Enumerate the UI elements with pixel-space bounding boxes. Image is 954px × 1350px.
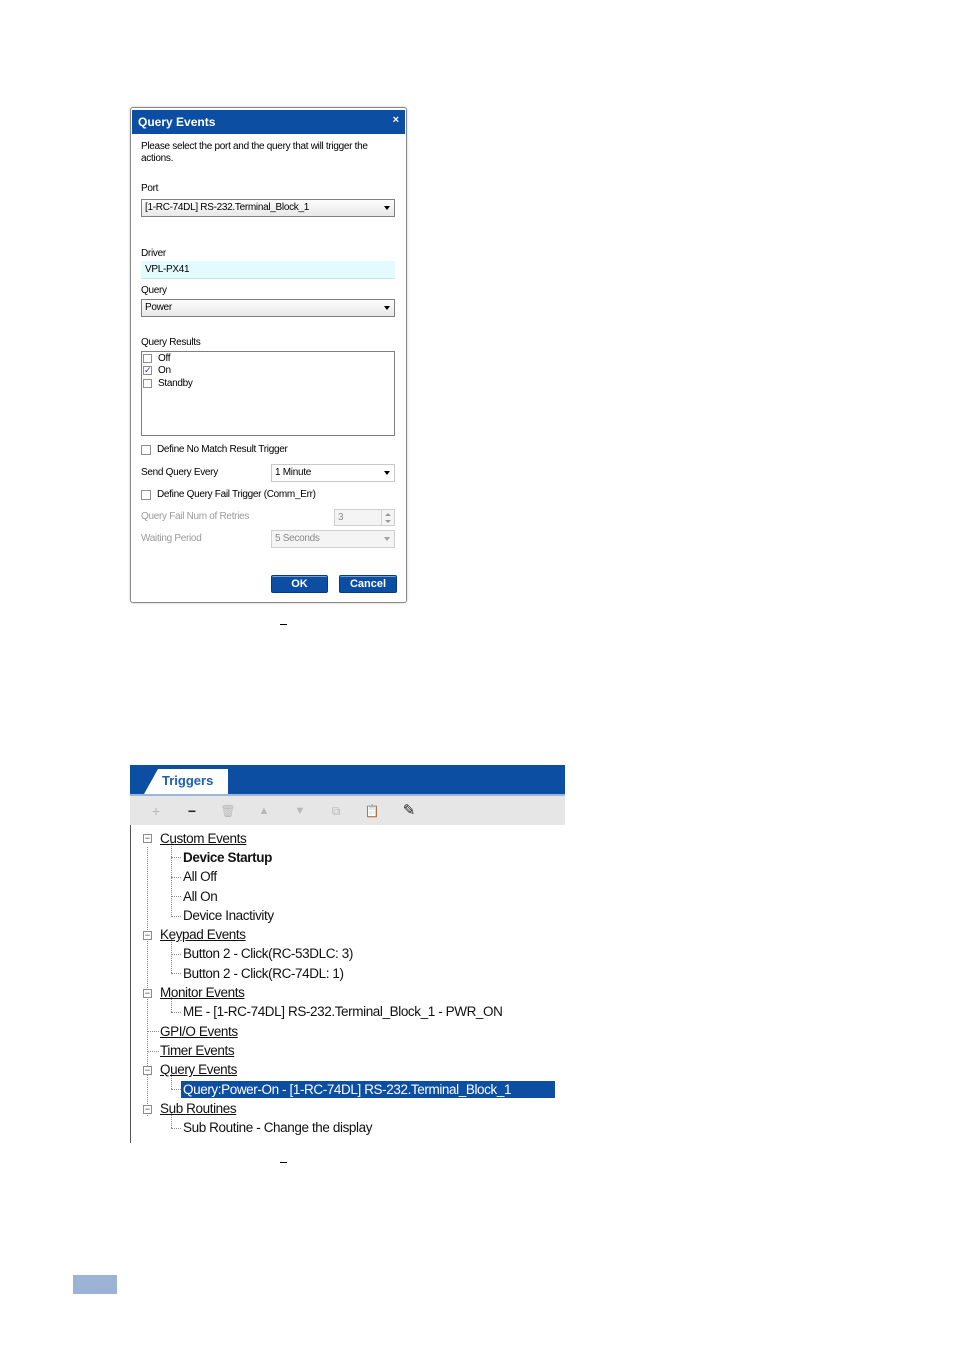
ok-button[interactable]: OK [271,575,328,593]
tree-category-gpio-events[interactable]: GPI/O Events [160,1023,238,1040]
collapse-icon[interactable]: − [143,989,152,998]
tree-item-query-1-selected[interactable]: Query:Power-On - [1-RC-74DL] RS-232.Term… [181,1081,555,1098]
collapse-icon[interactable]: − [143,1066,152,1075]
port-label: Port [141,183,159,194]
send-every-value: 1 Minute [275,467,311,478]
driver-label: Driver [141,248,166,259]
triggers-panel: Triggers + − 🗑 ▲ ▼ ⧉ 📋 ✎ − − − − − Custo… [130,765,565,1143]
dialog-title-bar: Query Events × [132,110,405,134]
port-value: [1-RC-74DL] RS-232.Terminal_Block_1 [145,202,310,213]
tree-item-all-on[interactable]: All On [183,888,218,905]
edit-icon[interactable]: ✎ [400,802,418,820]
retries-label: Query Fail Num of Retries [141,511,250,522]
spinner-arrows-icon[interactable] [381,510,394,525]
caption-dash [280,1162,287,1163]
triggers-toolbar: + − 🗑 ▲ ▼ ⧉ 📋 ✎ [130,794,565,825]
tree-item-monitor-1[interactable]: ME - [1-RC-74DL] RS-232.Terminal_Block_1… [183,1003,503,1020]
send-every-dropdown[interactable]: 1 Minute [271,464,395,482]
send-every-label: Send Query Every [141,467,218,478]
checkbox-off[interactable] [143,354,152,363]
retries-value: 3 [338,512,344,523]
tree-item-keypad-1[interactable]: Button 2 - Click(RC-53DLC: 3) [183,945,353,962]
dialog-instructions: Please select the port and the query tha… [141,141,368,164]
collapse-icon[interactable]: − [143,834,152,843]
tree-item-device-inactivity[interactable]: Device Inactivity [183,907,274,924]
no-match-checkbox[interactable] [141,445,151,455]
fail-trigger-checkbox[interactable] [141,490,151,500]
chevron-down-icon [384,206,390,210]
query-label: Query [141,285,167,296]
waiting-period-label: Waiting Period [141,533,202,544]
tree-item-all-off[interactable]: All Off [183,868,217,885]
tab-triggers[interactable]: Triggers [144,769,228,794]
triggers-header: Triggers [130,765,565,794]
tree-category-keypad-events[interactable]: Keypad Events [160,926,246,943]
close-icon[interactable]: × [393,114,399,126]
tree-line [147,847,148,1116]
tree-item-sub-1[interactable]: Sub Routine - Change the display [183,1119,372,1136]
add-icon[interactable]: + [147,802,165,820]
tree-item-keypad-2[interactable]: Button 2 - Click(RC-74DL: 1) [183,965,344,982]
check-icon: ✓ [144,365,152,375]
tree-category-query-events[interactable]: Query Events [160,1061,237,1078]
paste-icon[interactable]: 📋 [363,802,381,820]
collapse-icon[interactable]: − [143,1105,152,1114]
query-value: Power [145,302,172,313]
tree-line [171,843,172,917]
tree-category-custom-events[interactable]: Custom Events [160,830,247,847]
driver-value: VPL-PX41 [145,264,190,275]
collapse-icon[interactable]: − [143,931,152,940]
chevron-down-icon [384,537,390,541]
move-up-icon[interactable]: ▲ [255,802,273,820]
checkbox-standby[interactable] [143,379,152,388]
cancel-button[interactable]: Cancel [339,575,397,593]
tab-triggers-label: Triggers [162,773,214,788]
tree-category-sub-routines[interactable]: Sub Routines [160,1100,237,1117]
remove-icon[interactable]: − [183,802,201,820]
chevron-down-icon [384,306,390,310]
tree-item-device-startup[interactable]: Device Startup [183,849,272,866]
no-match-label: Define No Match Result Trigger [157,444,288,455]
caption-dash [280,624,287,625]
dialog-title: Query Events [138,115,216,129]
result-label-on: On [158,365,171,376]
waiting-period-dropdown[interactable]: 5 Seconds [271,530,395,548]
move-down-icon[interactable]: ▼ [291,802,309,820]
copy-icon[interactable]: ⧉ [327,802,345,820]
port-dropdown[interactable]: [1-RC-74DL] RS-232.Terminal_Block_1 [141,199,395,217]
result-label-off: Off [158,353,171,364]
checkbox-on[interactable]: ✓ [143,366,152,375]
retries-stepper[interactable]: 3 [334,509,395,526]
query-events-dialog: Query Events × Please select the port an… [130,107,407,603]
chevron-down-icon [384,471,390,475]
trash-icon[interactable]: 🗑 [219,802,237,820]
result-label-standby: Standby [158,378,193,389]
waiting-period-value: 5 Seconds [275,533,320,544]
page-number-bar [73,1275,117,1294]
tree-category-monitor-events[interactable]: Monitor Events [160,984,245,1001]
driver-field: VPL-PX41 [141,261,395,279]
fail-trigger-label: Define Query Fail Trigger (Comm_Err) [157,489,316,500]
query-dropdown[interactable]: Power [141,299,395,317]
tree-line [171,939,172,973]
tree-category-timer-events[interactable]: Timer Events [160,1042,235,1059]
query-results-list: Off ✓ On Standby [141,351,395,436]
query-results-label: Query Results [141,337,201,348]
triggers-tree: − − − − − Custom Events Device Startup A… [130,825,565,1143]
